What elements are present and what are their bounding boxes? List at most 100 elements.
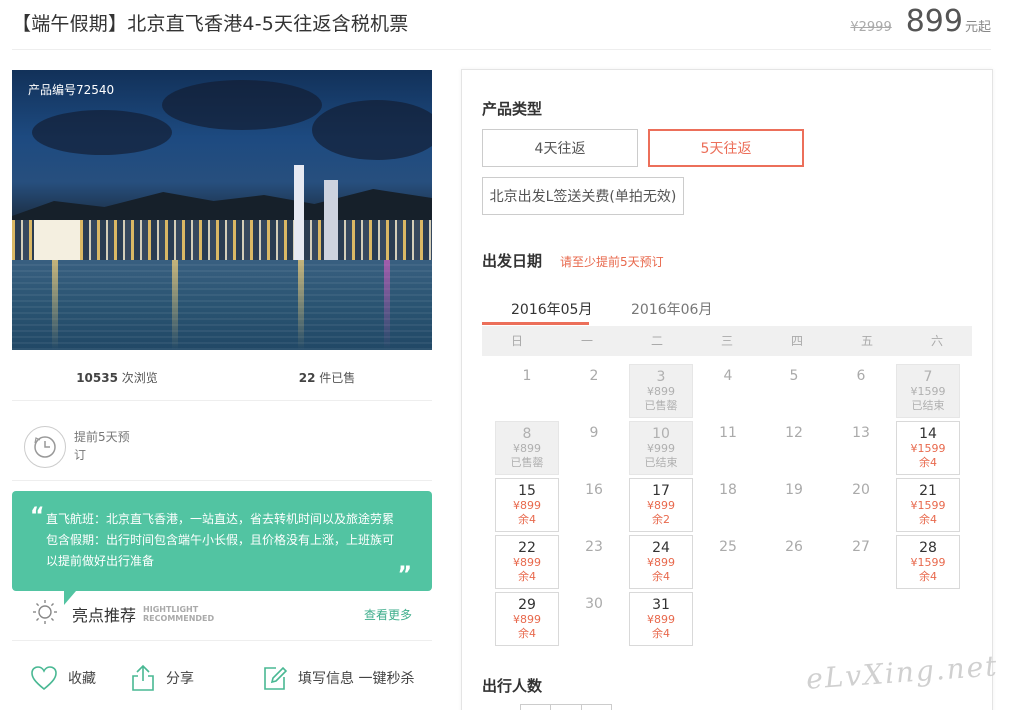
calendar-day-price: ¥899 (647, 499, 675, 512)
calendar-day-number: 25 (719, 539, 737, 555)
calendar-day-status: 余4 (518, 513, 536, 526)
sun-icon (32, 599, 58, 629)
booking-panel: 产品类型 4天往返 5天往返 北京出发L签送关费(单拍无效) 出发日期 请至少提… (461, 69, 993, 710)
calendar-day-number: 3 (656, 369, 666, 385)
departure-date-title: 出发日期 (482, 252, 543, 270)
tab-month-june[interactable]: 2016年06月 (631, 299, 712, 319)
views-label: 次浏览 (121, 371, 158, 385)
type-option-visa[interactable]: 北京出发L签送关费(单拍无效) (482, 177, 684, 215)
advance-divider (12, 480, 432, 481)
calendar-day-number: 1 (522, 368, 532, 384)
heart-icon (31, 666, 57, 691)
calendar-day[interactable]: 28 ¥1599 余4 (896, 535, 960, 589)
calendar-day: 12 (762, 421, 826, 475)
product-code: 产品编号72540 (28, 83, 115, 97)
calendar-day: 6 (829, 364, 893, 418)
price-block: ¥2999 899 元起 (850, 4, 991, 39)
favorite-button[interactable]: 收藏 (30, 665, 130, 691)
calendar-day: 7 ¥1599 已结束 (896, 364, 960, 418)
travelers-title: 出行人数 (482, 677, 543, 695)
calendar-day-status: 余4 (518, 570, 536, 583)
calendar-day-number: 7 (923, 369, 933, 385)
edit-icon (264, 666, 288, 690)
advance-booking: 提前5天预订 (24, 426, 136, 468)
calendar-day[interactable]: 14 ¥1599 余4 (896, 421, 960, 475)
calendar-day[interactable]: 15 ¥899 余4 (495, 478, 559, 532)
calendar-day: 9 (562, 421, 626, 475)
calendar-day[interactable]: 17 ¥899 余2 (629, 478, 693, 532)
calendar-day: 18 (696, 478, 760, 532)
share-label: 分享 (166, 671, 194, 687)
calendar-day-price: ¥899 (513, 442, 541, 455)
current-price: 899 (905, 4, 963, 39)
tab-month-may[interactable]: 2016年05月 (511, 299, 592, 319)
product-type-title: 产品类型 (482, 100, 543, 118)
calendar-day: 8 ¥899 已售罄 (495, 421, 559, 475)
weekday-sat: 六 (930, 334, 943, 348)
calendar-day-number: 8 (522, 426, 532, 442)
weekday-tue: 二 (650, 334, 663, 348)
decrement-button[interactable] (521, 705, 552, 710)
photo-tower (324, 180, 338, 260)
highlight-subtitle: HIGHTLIGHT RECOMMENDED (143, 605, 214, 623)
increment-button[interactable] (582, 705, 611, 710)
calendar-day-number: 18 (719, 482, 737, 498)
calendar-day-number: 17 (652, 483, 670, 499)
calendar-day-price: ¥899 (647, 385, 675, 398)
calendar-day-status: 已售罄 (510, 456, 544, 469)
calendar-day-number: 11 (719, 425, 737, 441)
type-option-4day[interactable]: 4天往返 (482, 129, 638, 167)
share-icon (132, 664, 154, 691)
fill-info-label: 填写信息 一键秒杀 (298, 671, 415, 687)
sold-stat: 22 件已售 (222, 369, 432, 386)
highlight-title: 亮点推荐 (72, 606, 137, 625)
calendar-day-number: 20 (852, 482, 870, 498)
calendar-day: 30 (562, 592, 626, 646)
photo-cloud (312, 100, 432, 160)
views-count: 10535 (76, 371, 118, 385)
view-more-link[interactable]: 查看更多 (364, 606, 412, 623)
calendar-day-price: ¥1599 (910, 499, 946, 512)
calendar-day: 20 (829, 478, 893, 532)
calendar-day-number: 13 (852, 425, 870, 441)
calendar-day-number: 30 (585, 596, 603, 612)
highlight-bubble: “ 直飞航班：北京直飞香港，一站直达，省去转机时间以及旅途劳累 包含假期：出行时… (12, 491, 432, 605)
calendar-day-status: 余4 (518, 627, 536, 640)
sold-count: 22 (298, 371, 316, 385)
calendar-day-number: 26 (785, 539, 803, 555)
photo-cloud (32, 110, 172, 155)
calendar-day[interactable]: 24 ¥899 余4 (629, 535, 693, 589)
favorite-label: 收藏 (68, 671, 96, 687)
fill-info-button[interactable]: 填写信息 一键秒杀 (262, 665, 414, 691)
calendar-day: 3 ¥899 已售罄 (629, 364, 693, 418)
calendar-day-number: 6 (856, 368, 866, 384)
type-option-5day[interactable]: 5天往返 (648, 129, 804, 167)
header-divider (12, 49, 991, 50)
open-quote-icon: “ (30, 504, 45, 529)
calendar-day-number: 21 (919, 483, 937, 499)
photo-tower (294, 165, 304, 260)
calendar-day[interactable]: 22 ¥899 余4 (495, 535, 559, 589)
calendar-day[interactable]: 31 ¥899 余4 (629, 592, 693, 646)
calendar-day-number: 23 (585, 539, 603, 555)
calendar-day[interactable]: 29 ¥899 余4 (495, 592, 559, 646)
calendar-day-status: 已结束 (644, 456, 678, 469)
travelers-stepper[interactable] (520, 704, 612, 710)
calendar-day-status: 已售罄 (644, 399, 678, 412)
calendar-day: 16 (562, 478, 626, 532)
calendar-day-number: 29 (518, 597, 536, 613)
share-button[interactable]: 分享 (130, 664, 262, 692)
date-note: 请至少提前5天预订 (560, 255, 664, 269)
calendar-day-number: 19 (785, 482, 803, 498)
highlight-sub-1: HIGHTLIGHT (143, 605, 199, 614)
calendar-day-number: 15 (518, 483, 536, 499)
calendar-day[interactable]: 21 ¥1599 余4 (896, 478, 960, 532)
highlight-sub-2: RECOMMENDED (143, 614, 215, 623)
calendar-day: 2 (562, 364, 626, 418)
calendar-day: 27 (829, 535, 893, 589)
calendar-day-number: 31 (652, 597, 670, 613)
calendar-day-price: ¥899 (513, 556, 541, 569)
count-field[interactable] (551, 705, 582, 710)
action-bar: 收藏 分享 填写信息 一键秒杀 (30, 664, 430, 692)
calendar-day-number: 12 (785, 425, 803, 441)
